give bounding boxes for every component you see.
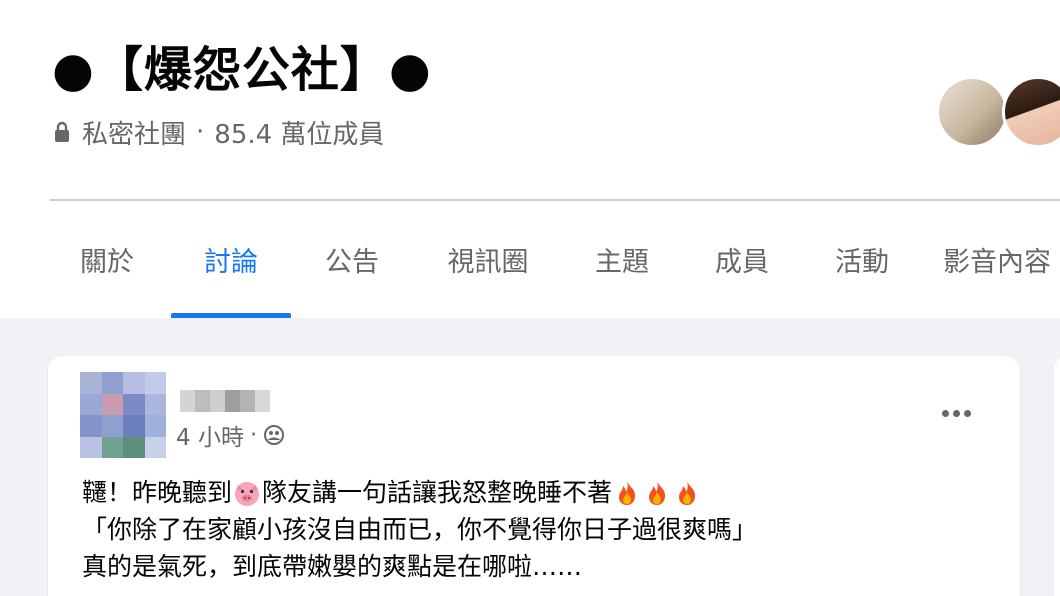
member-avatar[interactable] <box>1002 76 1060 148</box>
group-privacy: 私密社團 <box>82 119 187 150</box>
meta-separator: · <box>196 117 205 147</box>
meta-separator: · <box>249 422 258 448</box>
dot <box>952 409 960 417</box>
group-title: ●【爆怨公社】● <box>52 42 432 98</box>
group-audience-icon <box>264 425 285 445</box>
dot <box>941 409 949 417</box>
fire-icon <box>679 480 696 505</box>
post-card: 4 小時 · 韆！昨晚聽到 隊友講一句話讓我怒整晚睡不著 「你除了在家顧小孩沒自… <box>48 356 1020 596</box>
post-line: 韆！昨晚聽到 隊友講一句話讓我怒整晚睡不著 <box>82 474 982 511</box>
tab-events[interactable]: 活動 <box>822 218 902 318</box>
post-text: 韆！昨晚聽到 <box>82 478 233 507</box>
dot <box>963 409 971 417</box>
group-header: ●【爆怨公社】● 私密社團 · 85.4 萬位成員 關於 討論 公告 視訊圈 主… <box>0 0 1060 318</box>
lock-icon <box>55 121 69 142</box>
member-avatar[interactable] <box>936 76 1008 148</box>
post-timestamp[interactable]: 4 小時 <box>176 418 244 452</box>
group-tabs: 關於 討論 公告 視訊圈 主題 成員 活動 影音內容 <box>50 218 1060 318</box>
group-meta: 私密社團 · 85.4 萬位成員 <box>52 113 384 151</box>
post-text: 隊友講一句話讓我怒整晚睡不著 <box>262 478 613 507</box>
fire-icon <box>619 480 636 505</box>
post-meta: 4 小時 · <box>176 418 285 452</box>
post-line: 真的是氣死，到底帶嫩嬰的爽點是在哪啦…… <box>82 552 583 581</box>
tab-media[interactable]: 影音內容 <box>943 218 1060 318</box>
pig-face-icon <box>235 481 260 506</box>
post-line: 「你除了在家顧小孩沒自由而已，你不覺得你日子過很爽嗎」 <box>82 515 758 544</box>
tab-members[interactable]: 成員 <box>702 218 782 318</box>
header-divider <box>50 199 1060 201</box>
group-member-count[interactable]: 85.4 萬位成員 <box>214 114 384 151</box>
side-card <box>1054 356 1060 596</box>
tab-about[interactable]: 關於 <box>72 218 142 318</box>
avatar[interactable] <box>80 372 166 458</box>
tab-topics[interactable]: 主題 <box>582 218 662 318</box>
tab-announcements[interactable]: 公告 <box>312 218 392 318</box>
post-options-button[interactable] <box>932 398 980 428</box>
post-body: 韆！昨晚聽到 隊友講一句話讓我怒整晚睡不著 「你除了在家顧小孩沒自由而已，你不覺… <box>82 474 982 585</box>
author-name-blurred[interactable] <box>180 390 270 412</box>
fire-icon <box>649 480 666 505</box>
tab-discussion[interactable]: 討論 <box>171 218 291 318</box>
member-avatars[interactable] <box>936 76 1060 152</box>
tab-video-rooms[interactable]: 視訊圈 <box>433 218 543 318</box>
group-page: ●【爆怨公社】● 私密社團 · 85.4 萬位成員 關於 討論 公告 視訊圈 主… <box>0 0 1060 596</box>
